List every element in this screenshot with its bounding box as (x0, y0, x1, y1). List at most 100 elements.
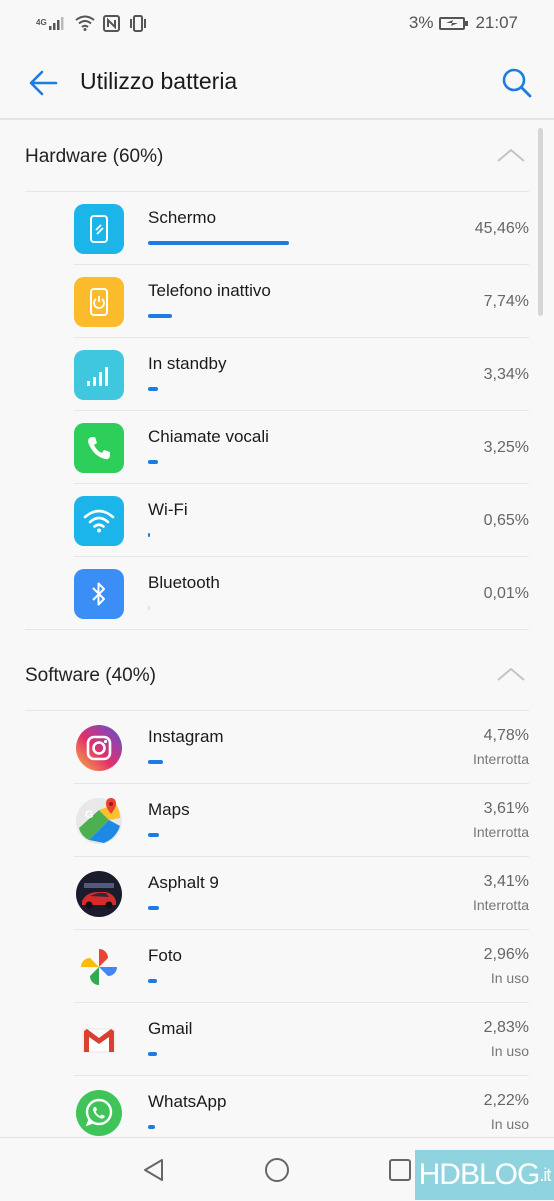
row-percent: 45,46% (474, 220, 529, 237)
nfc-icon (102, 14, 120, 32)
instagram-icon (75, 724, 123, 772)
cellular-signal-icon: 4G (36, 15, 67, 31)
row-status: In uso (490, 1043, 529, 1059)
software-row-maps[interactable]: G Maps 3,61% Interrotta (0, 784, 554, 857)
nav-home-button[interactable] (263, 1156, 291, 1184)
photos-icon (75, 943, 123, 991)
row-status: In uso (490, 970, 529, 986)
row-percent: 3,41% (483, 873, 529, 890)
row-percent: 3,25% (483, 439, 529, 456)
row-label: Schermo (148, 208, 217, 227)
software-collapse-button[interactable] (494, 661, 528, 687)
usage-bar (148, 314, 438, 318)
bluetooth-icon (74, 569, 124, 619)
row-label: Wi-Fi (148, 500, 188, 519)
gmail-icon (75, 1016, 123, 1064)
usage-bar-fill (148, 833, 160, 837)
battery-percent: 3% (408, 13, 434, 32)
software-section-title: Software (40%) (25, 665, 156, 686)
row-percent: 3,34% (483, 366, 529, 383)
usage-bar-fill (148, 1125, 155, 1129)
row-label: Asphalt 9 (148, 873, 219, 892)
phone-screen-icon (74, 204, 124, 254)
wifi-icon (74, 496, 124, 546)
usage-bar-fill (148, 606, 150, 610)
chevron-up-icon (497, 667, 525, 681)
phone-power-icon (74, 277, 124, 327)
row-label: Instagram (148, 727, 224, 746)
triangle-back-icon (144, 1159, 163, 1181)
search-button[interactable] (498, 64, 536, 102)
battery-charging-icon (439, 16, 469, 30)
usage-bar (148, 387, 438, 391)
hardware-row-telefono-inattivo[interactable]: Telefono inattivo 7,74% (0, 265, 554, 338)
software-row-instagram[interactable]: Instagram 4,78% Interrotta (0, 711, 554, 784)
nav-recents-button[interactable] (388, 1158, 412, 1182)
usage-bar-fill (148, 460, 159, 464)
usage-bar (148, 460, 438, 464)
row-label: In standby (148, 354, 227, 373)
row-label: Foto (148, 946, 183, 965)
usage-bar (148, 606, 438, 610)
app-bar: Utilizzo batteria (0, 46, 554, 118)
watermark-brand: HDBLOG (418, 1158, 541, 1191)
row-percent: 7,74% (483, 293, 529, 310)
usage-bar-fill (148, 1052, 157, 1056)
search-icon (502, 68, 532, 98)
vibrate-icon (128, 14, 148, 32)
usage-bar-fill (148, 533, 150, 537)
back-button[interactable] (26, 66, 60, 100)
row-percent: 2,96% (483, 946, 529, 963)
hardware-row-in-standby[interactable]: In standby 3,34% (0, 338, 554, 411)
hardware-collapse-button[interactable] (494, 142, 528, 168)
usage-bar (148, 760, 438, 764)
software-row-gmail[interactable]: Gmail 2,83% In uso (0, 1003, 554, 1076)
hardware-row-bluetooth[interactable]: Bluetooth 0,01% (0, 557, 554, 630)
usage-bar (148, 533, 438, 537)
row-percent: 3,61% (483, 800, 529, 817)
battery-usage-list[interactable]: Hardware (60%) Schermo 45,46% Telefono i… (0, 120, 554, 1137)
square-recents-icon (389, 1159, 411, 1181)
row-label: Maps (148, 800, 190, 819)
row-label: Chiamate vocali (148, 427, 269, 446)
hardware-row-schermo[interactable]: Schermo 45,46% (0, 192, 554, 265)
hardware-row-chiamate-vocali[interactable]: Chiamate vocali 3,25% (0, 411, 554, 484)
row-percent: 2,22% (483, 1092, 529, 1109)
software-row-asphalt-9[interactable]: Asphalt 9 3,41% Interrotta (0, 857, 554, 930)
status-icons-right: 3% 21:07 (409, 13, 518, 33)
arrow-left-icon (29, 70, 58, 96)
hardware-section-header[interactable]: Hardware (60%) (0, 120, 554, 192)
hardware-row-wifi[interactable]: Wi-Fi 0,65% (0, 484, 554, 557)
software-row-foto[interactable]: Foto 2,96% In uso (0, 930, 554, 1003)
phone-call-icon (74, 423, 124, 473)
row-status: In uso (490, 1116, 529, 1132)
software-row-whatsapp[interactable]: WhatsApp 2,22% In uso (0, 1076, 554, 1137)
usage-bar (148, 241, 438, 245)
row-label: Gmail (148, 1019, 193, 1038)
circle-home-icon (265, 1158, 289, 1182)
signal-bars-icon (74, 350, 124, 400)
usage-bar (148, 1052, 438, 1056)
usage-bar-fill (148, 241, 289, 245)
row-percent: 2,83% (483, 1019, 529, 1036)
page-title: Utilizzo batteria (80, 68, 238, 94)
software-section-header[interactable]: Software (40%) (0, 639, 554, 711)
row-status: Interrotta (472, 824, 529, 840)
row-percent: 0,65% (483, 512, 529, 529)
scrollbar[interactable] (538, 128, 543, 316)
watermark-logo: HDBLOG .it (415, 1150, 554, 1200)
status-icons-left: 4G (36, 14, 148, 32)
row-percent: 4,78% (483, 727, 529, 744)
nav-back-button[interactable] (140, 1156, 168, 1184)
chevron-up-icon (497, 148, 525, 162)
usage-bar (148, 979, 438, 983)
whatsapp-icon (75, 1089, 123, 1137)
row-label: WhatsApp (148, 1092, 227, 1111)
usage-bar (148, 1125, 438, 1129)
usage-bar-fill (148, 906, 159, 910)
clock: 21:07 (475, 13, 518, 32)
wifi-status-icon (75, 15, 95, 31)
usage-bar (148, 833, 438, 837)
hardware-section-title: Hardware (60%) (25, 146, 164, 167)
usage-bar (148, 906, 438, 910)
